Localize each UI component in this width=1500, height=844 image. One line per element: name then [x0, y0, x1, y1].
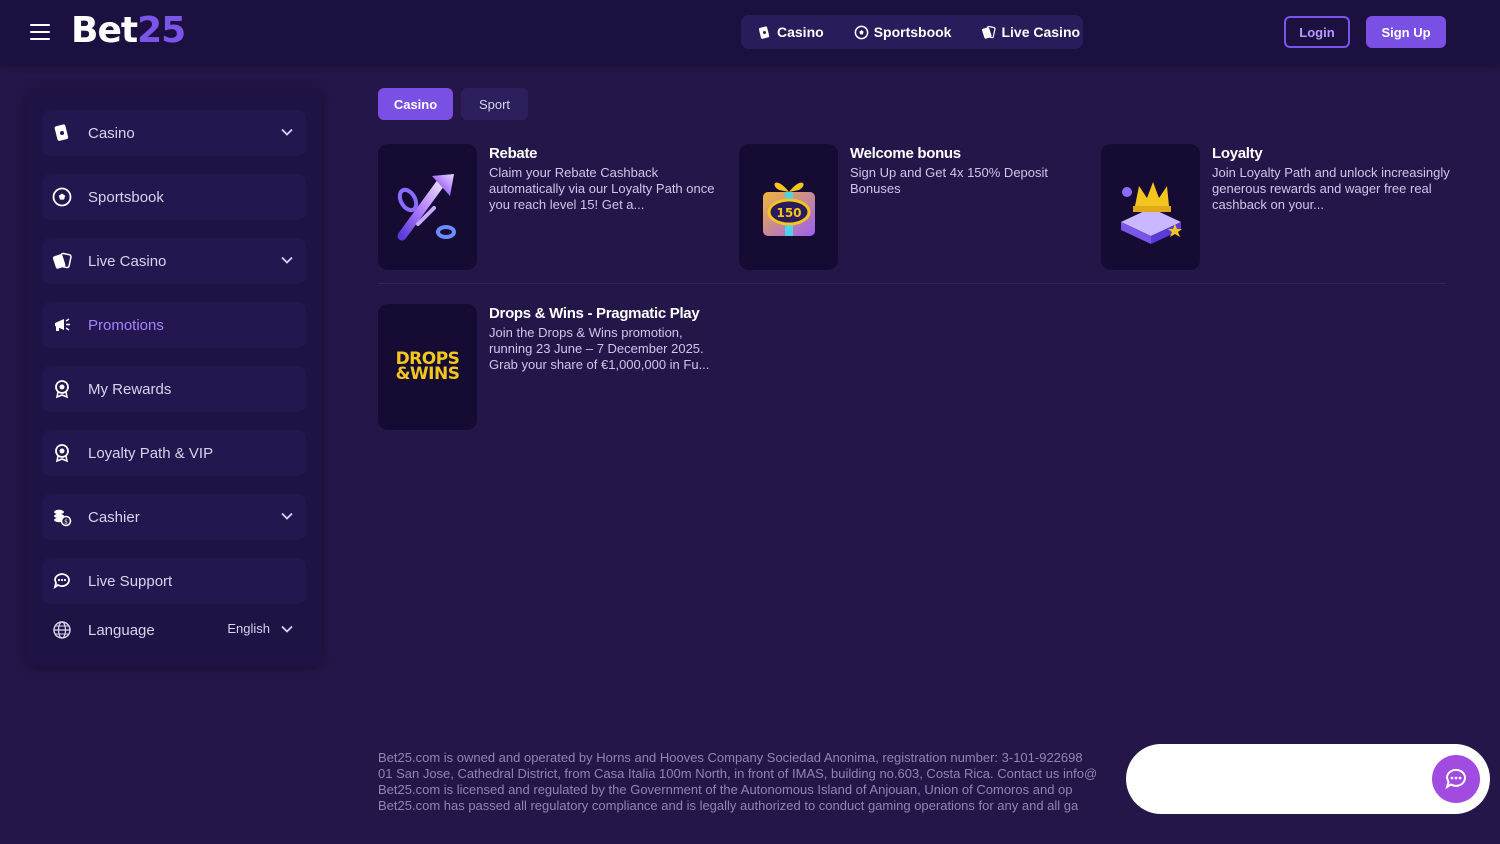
soccer-ball-icon	[52, 187, 72, 207]
promo-card-loyalty[interactable]: Loyalty Join Loyalty Path and unlock inc…	[1101, 144, 1450, 272]
promo-title: Welcome bonus	[850, 145, 961, 162]
language-value: English	[227, 621, 270, 636]
chevron-down-icon[interactable]	[280, 125, 294, 139]
sidebar-item-live-casino[interactable]: Live Casino	[42, 238, 306, 284]
promo-title: Loyalty	[1212, 145, 1263, 162]
promo-description: Sign Up and Get 4x 150% Deposit Bonuses	[850, 165, 1049, 196]
promo-title: Drops & Wins - Pragmatic Play	[489, 305, 700, 322]
tab-sport[interactable]: Sport	[461, 88, 528, 120]
promo-card-welcome-bonus[interactable]: 150 Welcome bonus Sign Up and Get 4x 150…	[739, 144, 1084, 272]
sidebar-item-casino[interactable]: Casino	[42, 110, 306, 156]
sidebar-item-loyalty-vip[interactable]: Loyalty Path & VIP	[42, 430, 306, 476]
topnav-live-casino[interactable]: Live Casino	[981, 24, 1080, 40]
promo-title: Rebate	[489, 145, 538, 162]
svg-text:$: $	[64, 519, 68, 526]
globe-icon	[52, 620, 72, 640]
rewards-icon	[52, 379, 72, 399]
sidebar: Casino Sportsbook Live Casino Promotions…	[26, 88, 322, 666]
gift-box-icon: 150	[762, 182, 815, 236]
chevron-down-icon[interactable]	[280, 509, 294, 523]
signup-button[interactable]: Sign Up	[1366, 16, 1446, 48]
sidebar-item-cashier[interactable]: $ Cashier	[42, 494, 306, 540]
promo-card-drops-wins[interactable]: DROPS &WINS Drops & Wins - Pragmatic Pla…	[378, 304, 723, 432]
drops-wins-logo: DROPS &WINS	[395, 349, 460, 384]
login-button[interactable]: Login	[1284, 16, 1350, 48]
promo-description: Claim your Rebate Cashback automatically…	[489, 165, 715, 212]
top-nav: Casino Sportsbook Live Casino	[741, 15, 1083, 49]
promo-thumb: 150	[739, 144, 838, 270]
soccer-ball-icon	[854, 25, 869, 39]
sidebar-item-live-support[interactable]: Live Support	[42, 558, 306, 604]
topnav-sportsbook[interactable]: Sportsbook	[854, 24, 951, 40]
promo-description: Join the Drops & Wins promotion, running…	[489, 325, 710, 372]
chevron-down-icon[interactable]	[280, 622, 294, 636]
chevron-down-icon[interactable]	[280, 253, 294, 267]
promo-thumb: DROPS &WINS	[378, 304, 477, 430]
live-cards-icon	[52, 251, 72, 271]
badge-icon	[52, 443, 72, 463]
promo-thumb	[1101, 144, 1200, 270]
logo[interactable]: Bet25	[71, 10, 186, 51]
live-cards-icon	[982, 25, 997, 39]
top-header: Bet25 Casino Sportsbook Live Casino Logi…	[0, 0, 1500, 64]
tab-casino[interactable]: Casino	[378, 88, 453, 120]
promo-description: Join Loyalty Path and unlock increasingl…	[1212, 165, 1450, 212]
chat-icon	[1445, 768, 1466, 790]
cards-icon	[758, 25, 770, 39]
rebate-arrow-icon	[397, 174, 456, 241]
sidebar-item-promotions[interactable]: Promotions	[42, 302, 306, 348]
svg-text:150: 150	[776, 206, 801, 220]
sidebar-item-sportsbook[interactable]: Sportsbook	[42, 174, 306, 220]
sidebar-item-my-rewards[interactable]: My Rewards	[42, 366, 306, 412]
coins-icon: $	[52, 507, 72, 527]
menu-icon[interactable]	[30, 24, 50, 40]
live-chat-button[interactable]	[1432, 755, 1480, 803]
topnav-casino[interactable]: Casino	[757, 24, 824, 40]
megaphone-icon	[52, 315, 72, 335]
row-divider	[378, 283, 1446, 284]
promo-thumb	[378, 144, 477, 270]
cards-icon	[52, 123, 72, 143]
footer-legal-text: Bet25.com is owned and operated by Horns…	[378, 750, 1098, 813]
promo-card-rebate[interactable]: Rebate Claim your Rebate Cashback automa…	[378, 144, 723, 272]
crown-platform-icon	[1120, 182, 1182, 244]
language-selector[interactable]: Language English	[42, 607, 306, 653]
chat-icon	[52, 571, 72, 591]
